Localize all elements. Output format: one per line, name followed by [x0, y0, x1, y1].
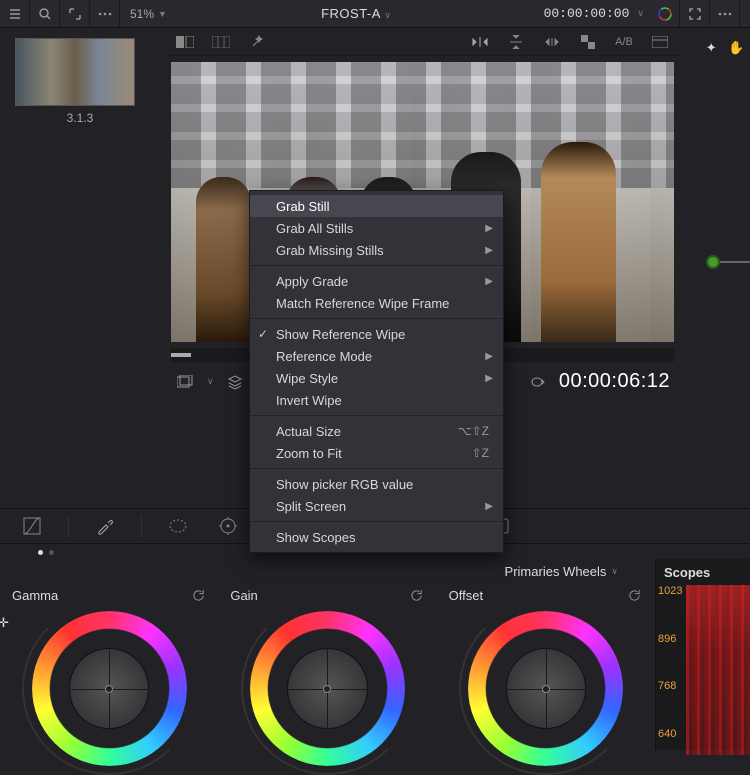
primaries-header: Primaries Wheels∨	[0, 559, 750, 583]
viewer-toolbar: A/B	[165, 28, 680, 56]
menu-item-apply-grade[interactable]: Apply Grade▶	[250, 270, 503, 292]
layers-icon[interactable]	[224, 371, 246, 393]
loop-icon[interactable]	[527, 371, 549, 393]
color-wheels-row: Gamma ✛ Gain Offset	[0, 585, 655, 750]
right-tool-strip: ✦ ✋	[700, 28, 750, 68]
checker-icon[interactable]	[576, 30, 600, 54]
curves-icon[interactable]	[18, 512, 46, 540]
still-thumbnail[interactable]	[15, 38, 135, 106]
menu-item-show-picker-rgb-value[interactable]: Show picker RGB value	[250, 473, 503, 495]
ab-toggle[interactable]: A/B	[612, 30, 636, 54]
color-wheel[interactable]	[32, 611, 187, 766]
picker-icon[interactable]: ✛	[0, 615, 9, 631]
wheel-reset-icon[interactable]	[190, 587, 206, 603]
wheel-label: Gain	[230, 588, 257, 603]
master-timecode[interactable]: 00:00:00:00	[536, 6, 638, 21]
menu-item-show-reference-wipe[interactable]: ✓Show Reference Wipe	[250, 323, 503, 345]
wheel-reset-icon[interactable]	[409, 587, 425, 603]
hand-tool-icon[interactable]: ✋	[728, 40, 744, 56]
gallery-mode-icon[interactable]	[175, 371, 197, 393]
scopes-panel: Scopes 1023 896 768 640	[655, 559, 750, 750]
menu-item-zoom-to-fit[interactable]: Zoom to Fit⇧Z	[250, 442, 503, 464]
menu-item-grab-still[interactable]: Grab Still	[250, 195, 503, 217]
palette-pager[interactable]	[38, 550, 54, 555]
menu-item-actual-size[interactable]: Actual Size⌥⇧Z	[250, 420, 503, 442]
menu-separator	[250, 265, 503, 266]
wheel-label: Offset	[449, 588, 483, 603]
viewer-context-menu: Grab StillGrab All Stills▶Grab Missing S…	[249, 190, 504, 553]
scopes-title: Scopes	[656, 559, 750, 585]
menu-item-grab-missing-stills[interactable]: Grab Missing Stills▶	[250, 239, 503, 261]
wipe-horiz-icon[interactable]	[468, 30, 492, 54]
wipe-vert-icon[interactable]	[504, 30, 528, 54]
zoom-dropdown[interactable]: 51%▼	[120, 7, 177, 21]
menu-separator	[250, 318, 503, 319]
menu-item-reference-mode[interactable]: Reference Mode▶	[250, 345, 503, 367]
menu-separator	[250, 468, 503, 469]
scope-waveform[interactable]: 1023 896 768 640	[656, 585, 750, 755]
stills-gallery: 3.1.3	[0, 28, 160, 428]
wheel-label: Gamma	[12, 588, 58, 603]
menu-item-grab-all-stills[interactable]: Grab All Stills▶	[250, 217, 503, 239]
window-shape-icon[interactable]	[164, 512, 192, 540]
menu-item-invert-wipe[interactable]: Invert Wipe	[250, 389, 503, 411]
menu-separator	[250, 521, 503, 522]
menu-separator	[250, 415, 503, 416]
list-view-icon[interactable]	[0, 0, 30, 28]
more-icon[interactable]	[90, 0, 120, 28]
viewer-layout-icon[interactable]	[648, 30, 672, 54]
eyedropper-icon[interactable]	[91, 512, 119, 540]
wheel-gain: Gain	[218, 585, 436, 750]
color-wheel[interactable]	[468, 611, 623, 766]
primaries-mode-dropdown[interactable]: Primaries Wheels∨	[505, 564, 618, 579]
color-warper-icon[interactable]	[650, 0, 680, 28]
menu-item-wipe-style[interactable]: Wipe Style▶	[250, 367, 503, 389]
menu-item-split-screen[interactable]: Split Screen▶	[250, 495, 503, 517]
node-connector	[720, 261, 750, 263]
clip-name-dropdown[interactable]: FROST-A ∨	[177, 6, 536, 21]
image-wipe-icon[interactable]	[173, 30, 197, 54]
wheel-gamma: Gamma ✛	[0, 585, 218, 750]
pointer-tool-icon[interactable]: ✦	[706, 40, 717, 56]
color-wheel[interactable]	[250, 611, 405, 766]
node-output[interactable]	[706, 255, 720, 269]
magic-icon[interactable]	[245, 30, 269, 54]
more-icon-2[interactable]	[710, 0, 740, 28]
top-toolbar: 51%▼ FROST-A ∨ 00:00:00:00 ∨	[0, 0, 750, 28]
wheel-offset: Offset	[437, 585, 655, 750]
search-icon[interactable]	[30, 0, 60, 28]
expand-icon[interactable]	[60, 0, 90, 28]
still-label: 3.1.3	[15, 111, 145, 125]
wheel-reset-icon[interactable]	[627, 587, 643, 603]
split-icon[interactable]	[209, 30, 233, 54]
wipe-diag-icon[interactable]	[540, 30, 564, 54]
tracker-icon[interactable]	[214, 512, 242, 540]
menu-item-show-scopes[interactable]: Show Scopes	[250, 526, 503, 548]
menu-item-match-reference-wipe-frame[interactable]: Match Reference Wipe Frame	[250, 292, 503, 314]
fullscreen-icon[interactable]	[680, 0, 710, 28]
current-timecode: 00:00:06:12	[559, 370, 670, 393]
